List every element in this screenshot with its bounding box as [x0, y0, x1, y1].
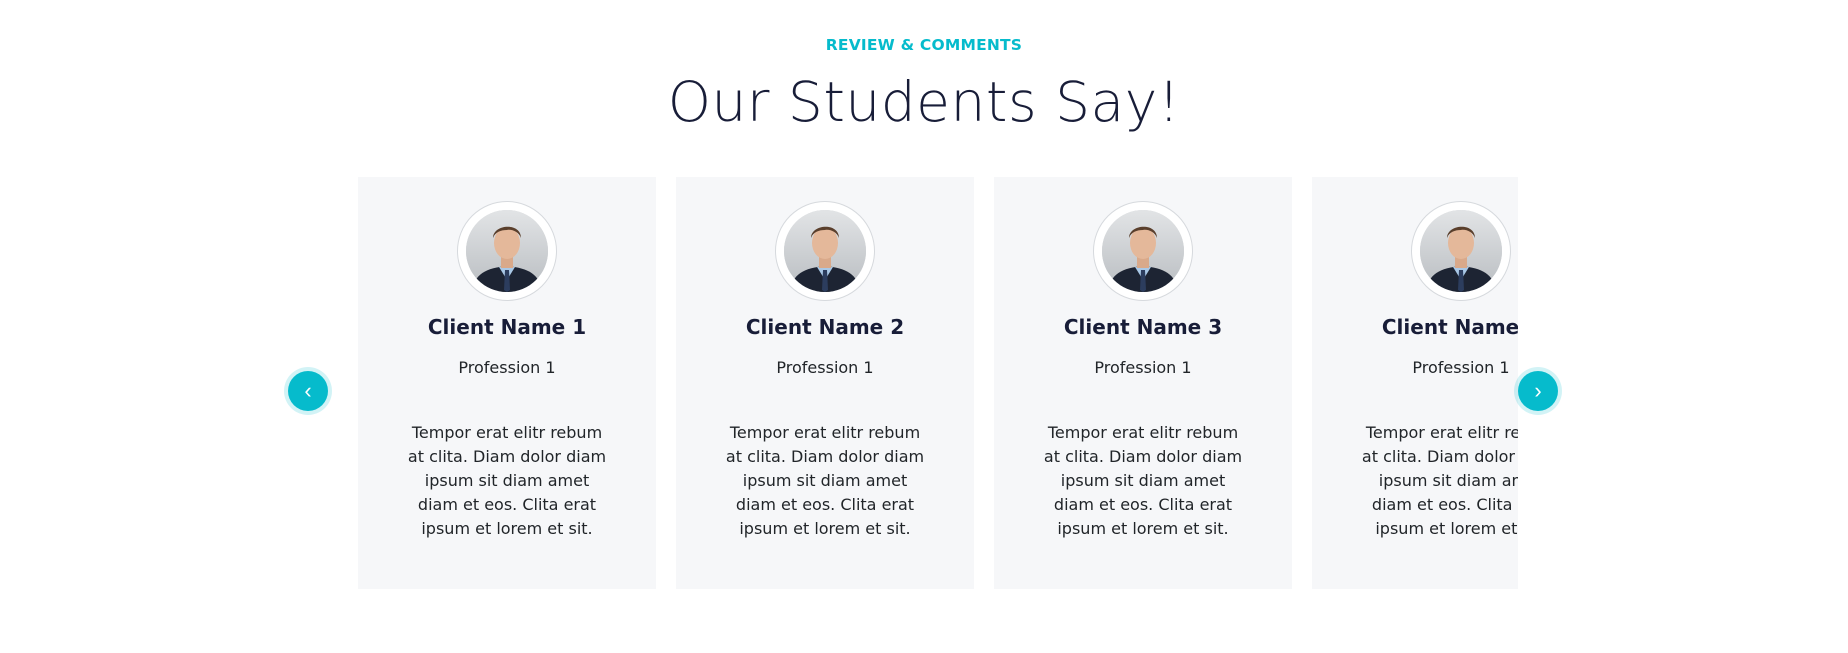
- testimonial-text: Tempor erat elitr rebum at clita. Diam d…: [725, 423, 925, 538]
- avatar-frame: [1093, 201, 1193, 301]
- carousel-next-button[interactable]: ›: [1518, 371, 1558, 411]
- client-profession: Profession 1: [1412, 358, 1510, 377]
- client-avatar: [1420, 210, 1502, 292]
- client-name: Client Name 1: [427, 315, 587, 339]
- client-profession: Profession 1: [458, 358, 556, 377]
- client-name: Client Name 3: [1063, 315, 1223, 339]
- testimonial-section: REVIEW & COMMENTS Our Students Say! ‹ Cl…: [0, 0, 1848, 653]
- chevron-left-icon: ‹: [304, 378, 312, 403]
- client-portrait-image: [784, 210, 866, 292]
- carousel-prev-button[interactable]: ‹: [288, 371, 328, 411]
- client-name: Client Name 4: [1381, 315, 1518, 339]
- section-eyebrow: REVIEW & COMMENTS: [825, 36, 1023, 54]
- client-portrait-image: [1420, 210, 1502, 292]
- client-portrait-image: [466, 210, 548, 292]
- carousel-track: Client Name 1 Profession 1 Tempor erat e…: [358, 177, 1518, 589]
- testimonial-card: Client Name 3 Profession 1 Tempor erat e…: [994, 177, 1292, 589]
- avatar-frame: [775, 201, 875, 301]
- testimonial-card: Client Name 4 Profession 1 Tempor erat e…: [1312, 177, 1518, 589]
- client-avatar: [1102, 210, 1184, 292]
- testimonial-card: Client Name 2 Profession 1 Tempor erat e…: [676, 177, 974, 589]
- client-avatar: [784, 210, 866, 292]
- client-name: Client Name 2: [745, 315, 905, 339]
- testimonial-carousel[interactable]: Client Name 1 Profession 1 Tempor erat e…: [358, 177, 1518, 589]
- client-profession: Profession 1: [776, 358, 874, 377]
- avatar-frame: [1411, 201, 1511, 301]
- client-avatar: [466, 210, 548, 292]
- client-portrait-image: [1102, 210, 1184, 292]
- testimonial-text: Tempor erat elitr rebum at clita. Diam d…: [1043, 423, 1243, 538]
- section-title: Our Students Say!: [667, 70, 1181, 134]
- avatar-frame: [457, 201, 557, 301]
- chevron-right-icon: ›: [1534, 378, 1542, 403]
- testimonial-text: Tempor erat elitr rebum at clita. Diam d…: [407, 423, 607, 538]
- client-profession: Profession 1: [1094, 358, 1192, 377]
- testimonial-text: Tempor erat elitr rebum at clita. Diam d…: [1361, 423, 1518, 538]
- testimonial-card: Client Name 1 Profession 1 Tempor erat e…: [358, 177, 656, 589]
